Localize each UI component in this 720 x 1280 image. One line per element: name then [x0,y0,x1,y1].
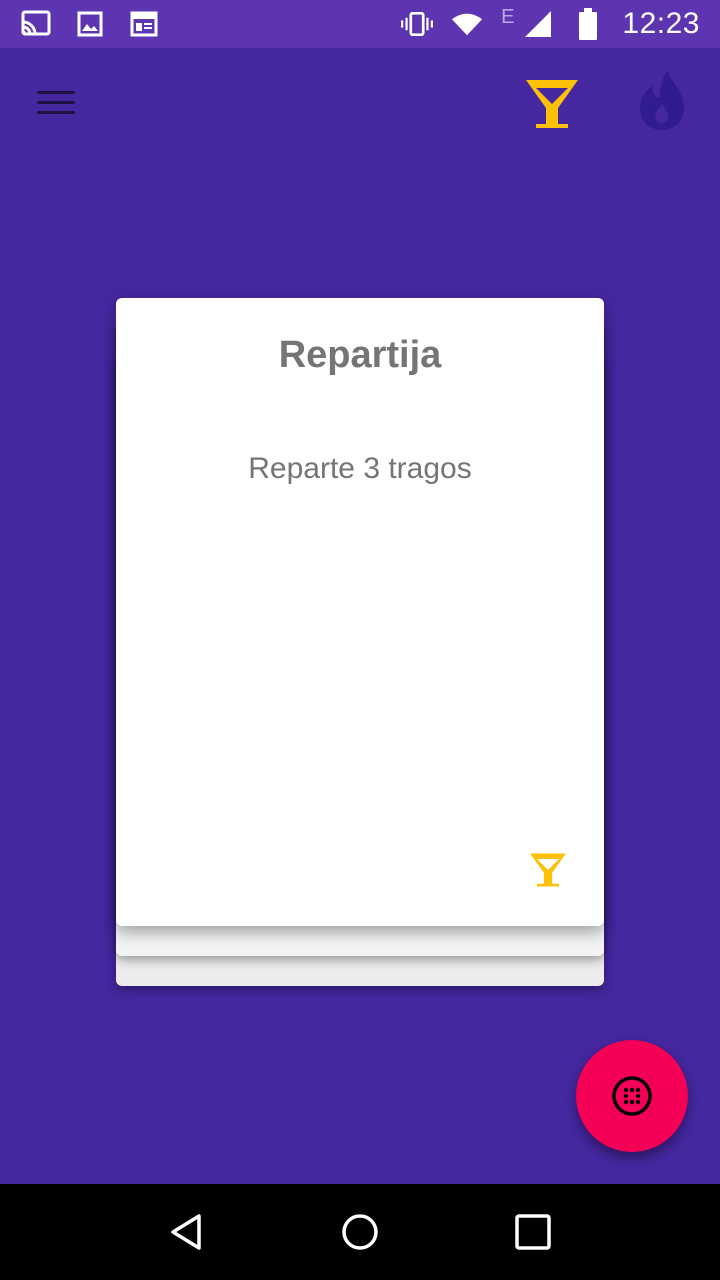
status-bar: E 12:23 [0,0,720,48]
status-left [20,8,160,40]
home-icon [342,1214,378,1250]
clock: 12:23 [622,7,700,40]
navigation-bar [0,1184,720,1280]
dice-icon [612,1076,652,1116]
cocktail-icon [526,80,578,128]
cast-icon [20,8,52,40]
wifi-icon [451,8,483,40]
network-type: E [501,5,515,28]
drink-mode-button[interactable] [520,72,584,136]
status-right: E 12:23 [401,5,700,41]
hot-mode-button[interactable] [632,68,696,136]
menu-icon [37,84,75,121]
battery-icon [572,8,604,40]
back-button[interactable] [155,1200,219,1264]
vibrate-icon [401,8,434,40]
fire-icon [640,70,684,130]
game-card[interactable]: Repartija Reparte 3 tragos [116,298,604,926]
image-icon [74,8,106,40]
recents-icon [515,1214,552,1250]
menu-button[interactable] [24,74,88,130]
home-button[interactable] [328,1200,392,1264]
back-icon [170,1214,201,1250]
card-title: Repartija [278,334,442,376]
app-bar [0,48,720,160]
dice-fab-button[interactable] [576,1040,688,1152]
recents-button[interactable] [501,1200,565,1264]
news-icon [128,8,160,40]
card-cocktail-icon [526,848,570,892]
signal-icon [522,8,554,40]
card-body: Reparte 3 tragos [248,452,472,485]
